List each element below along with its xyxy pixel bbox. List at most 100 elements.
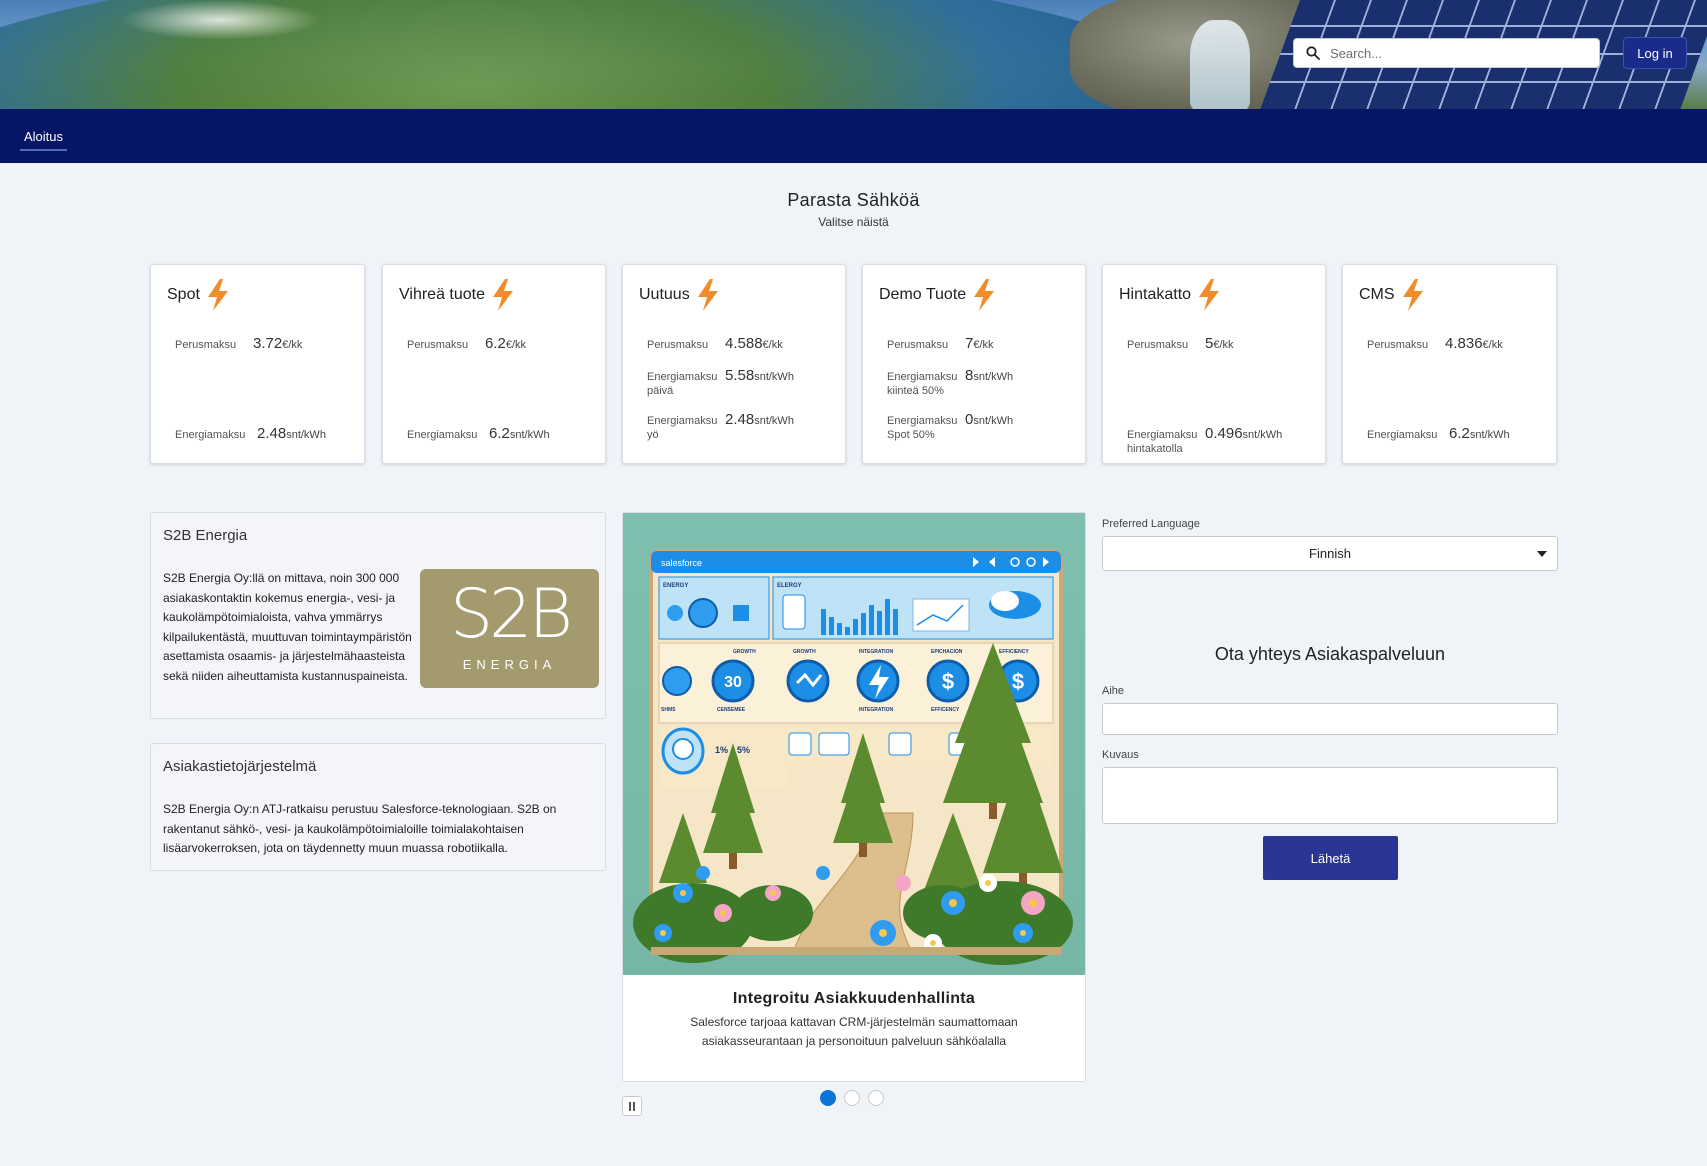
- submit-button[interactable]: Lähetä: [1263, 836, 1398, 880]
- language-select-value: Finnish: [1309, 546, 1351, 561]
- price-unit: snt/kWh: [286, 429, 326, 441]
- price-value: 6.2: [489, 425, 510, 442]
- price-row: Perusmaksu 4.836 €/kk: [1367, 335, 1503, 352]
- search-box[interactable]: [1293, 38, 1600, 68]
- carousel-dot-2[interactable]: [844, 1090, 860, 1106]
- price-label: Energiamaksu Spot 50%: [887, 415, 958, 441]
- lightning-bolt-icon: [1197, 279, 1221, 311]
- product-card-title: CMS: [1359, 279, 1425, 311]
- login-button[interactable]: Log in: [1623, 37, 1687, 69]
- price-value: 6.2: [485, 335, 506, 352]
- price-unit: €/kk: [505, 339, 527, 351]
- price-label: Perusmaksu: [175, 339, 237, 351]
- section-title: Parasta Sähköä: [787, 190, 920, 210]
- product-card-cms[interactable]: CMS Perusmaksu 4.836 €/kk Energiamaksu 6.2 snt…: [1342, 264, 1557, 464]
- slide-image[interactable]: salesforce ENERGY ELERGY GROWTH GROWTH I…: [623, 513, 1085, 975]
- logo-subtext: ENERGIA: [462, 657, 557, 672]
- subject-input[interactable]: [1102, 703, 1558, 735]
- illustration-label-growth-2: GROWTH: [793, 649, 816, 655]
- price-unit: €/kk: [973, 339, 994, 351]
- price-label: Energiamaksu kiinteä 50%: [887, 371, 958, 397]
- price-label: Perusmaksu: [1127, 339, 1189, 351]
- language-select[interactable]: Finnish: [1102, 536, 1558, 571]
- price-label: Perusmaksu: [887, 339, 949, 351]
- lightning-bolt-icon: [696, 279, 720, 311]
- illustration-label-shms: SHMS: [661, 707, 676, 713]
- price-row: Perusmaksu 3.72 €/kk: [175, 335, 302, 352]
- price-unit: €/kk: [762, 339, 783, 351]
- illustration-number-30: 30: [724, 674, 742, 691]
- company-panel-title: S2B Energia: [163, 527, 248, 544]
- s2b-energia-logo: S2B ENERGIA: [420, 569, 599, 688]
- illustration-label-energy: ENERGY: [663, 583, 688, 589]
- price-label: Energiamaksu: [1367, 429, 1438, 441]
- svg-text:$: $: [1012, 669, 1024, 694]
- price-value: 5: [1205, 335, 1214, 352]
- product-card-uutuus[interactable]: Uutuus Perusmaksu 4.588 €/kk Energiamaksu pä…: [622, 264, 846, 464]
- price-value: 4.588: [725, 335, 763, 352]
- price-label: Energiamaksu hintakatolla: [1127, 429, 1198, 455]
- price-label: Perusmaksu: [1367, 339, 1429, 351]
- product-name: Vihreä tuote: [399, 286, 485, 303]
- price-value: 8: [965, 367, 974, 384]
- price-row: Perusmaksu 4.588 €/kk: [647, 335, 783, 352]
- price-unit: snt/kWh: [509, 429, 550, 441]
- price-value: 4.836: [1445, 335, 1483, 352]
- price-row: Energiamaksu päivä 5.58 snt/kWh: [647, 367, 794, 398]
- section-subtitle: Valitse näistä: [818, 215, 889, 229]
- svg-text:$: $: [942, 669, 954, 694]
- product-card-vihreä-tuote[interactable]: Vihreä tuote Perusmaksu 6.2 €/kk Energiamaks…: [382, 264, 606, 464]
- price-label: Energiamaksu yö: [647, 415, 718, 441]
- price-row: Perusmaksu 7 €/kk: [887, 335, 994, 352]
- price-unit: snt/kWh: [973, 371, 1014, 383]
- price-row: Energiamaksu kiinteä 50% 8 snt/kWh: [887, 367, 1013, 398]
- price-row: Energiamaksu 2.48 snt/kWh: [175, 425, 326, 442]
- crm-illustration: salesforce ENERGY ELERGY GROWTH GROWTH I…: [633, 549, 1073, 965]
- product-name: Spot: [167, 286, 200, 303]
- price-value: 5.58: [725, 367, 755, 384]
- price-unit: snt/kWh: [973, 415, 1014, 427]
- product-card-title: Spot: [167, 279, 230, 311]
- price-value: 2.48: [725, 411, 755, 428]
- search-icon: [1306, 46, 1320, 60]
- description-textarea[interactable]: [1102, 767, 1558, 824]
- product-card-demo-tuote[interactable]: Demo Tuote Perusmaksu 7 €/kk Energiamaksu ki…: [862, 264, 1086, 464]
- lightning-bolt-icon: [972, 279, 996, 311]
- search-input[interactable]: [1330, 45, 1590, 61]
- chevron-down-icon: [1537, 551, 1547, 557]
- slide-title: Integroitu Asiakkuudenhallinta: [732, 990, 976, 1007]
- price-row: Energiamaksu 6.2 snt/kWh: [407, 425, 550, 442]
- product-name: Hintakatto: [1119, 286, 1192, 303]
- description-label: Kuvaus: [1102, 749, 1139, 761]
- product-name: Demo Tuote: [879, 286, 967, 303]
- price-unit: snt/kWh: [754, 415, 794, 427]
- nav-item-aloitus[interactable]: Aloitus: [20, 109, 68, 163]
- contact-form-title: Ota yhteys Asiakaspalveluun: [1214, 644, 1446, 664]
- product-name: Uutuus: [639, 286, 690, 303]
- image-carousel: salesforce ENERGY ELERGY GROWTH GROWTH I…: [622, 512, 1086, 1082]
- price-unit: snt/kWh: [1242, 429, 1283, 441]
- illustration-label-elergy: ELERGY: [777, 583, 802, 589]
- price-row: Perusmaksu 5 €/kk: [1127, 335, 1234, 352]
- illustration-label-growth: GROWTH: [733, 649, 756, 655]
- lightning-bolt-icon: [491, 279, 515, 311]
- illustration-label-integration: INTEGRATION: [859, 649, 893, 655]
- illustration-brand: salesforce: [661, 558, 702, 568]
- price-label: Perusmaksu: [407, 339, 469, 351]
- pause-icon[interactable]: [622, 1096, 642, 1116]
- price-unit: snt/kWh: [754, 371, 794, 383]
- lightning-bolt-icon: [206, 279, 230, 311]
- product-card-hintakatto[interactable]: Hintakatto Perusmaksu 5 €/kk Energiamaksu hi…: [1102, 264, 1326, 464]
- carousel-dot-1[interactable]: [820, 1090, 836, 1106]
- product-card-title: Hintakatto: [1119, 279, 1221, 311]
- top-navigation: Aloitus: [0, 109, 1707, 163]
- price-label: Energiamaksu: [407, 429, 478, 441]
- price-unit: snt/kWh: [1469, 429, 1510, 441]
- illustration-label-censemee: CENSEMEE: [717, 707, 746, 713]
- price-value: 0.496: [1205, 425, 1243, 442]
- price-row: Perusmaksu 6.2 €/kk: [407, 335, 526, 352]
- carousel-dot-3[interactable]: [868, 1090, 884, 1106]
- product-card-spot[interactable]: Spot Perusmaksu 3.72 €/kk Energiamaksu 2.48 sn…: [150, 264, 365, 464]
- price-row: Energiamaksu 6.2 snt/kWh: [1367, 425, 1510, 442]
- slide-description: Salesforce tarjoaa kattavan CRM-järjeste…: [690, 1015, 1018, 1048]
